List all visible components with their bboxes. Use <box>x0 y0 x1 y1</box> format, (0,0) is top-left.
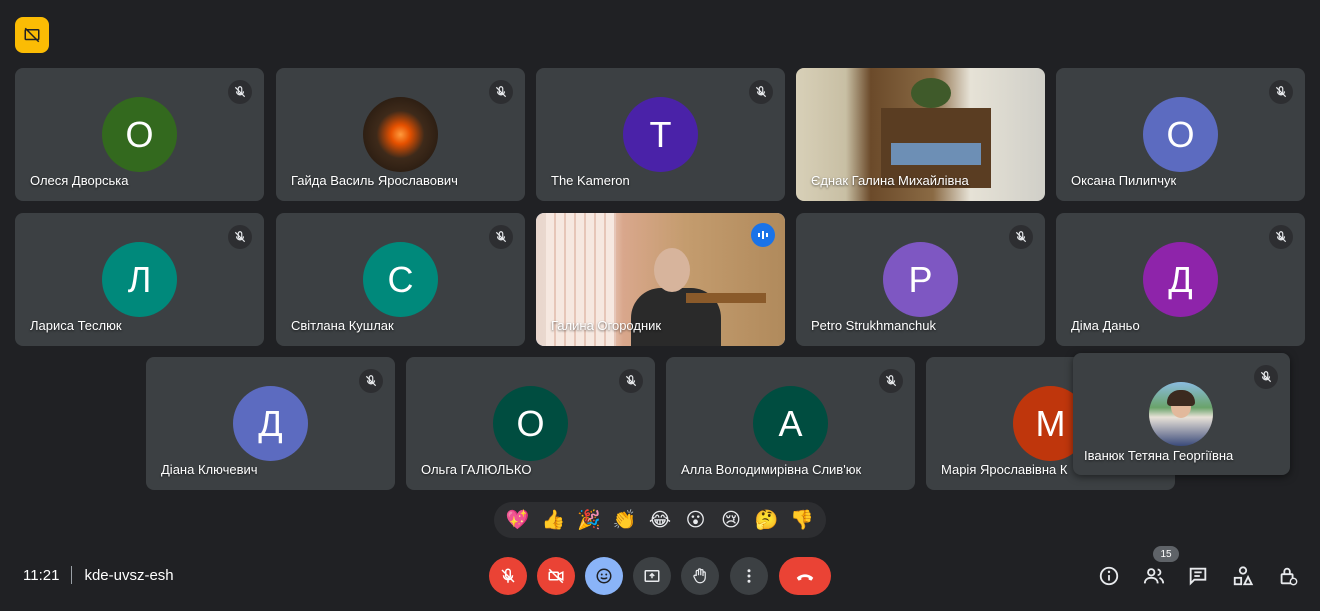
mic-off-icon <box>1254 365 1278 389</box>
reaction-clap[interactable]: 👏 <box>609 508 639 532</box>
reaction-thumbs-up[interactable]: 👍 <box>538 508 568 532</box>
participant-name: Діма Даньо <box>1071 318 1140 333</box>
meeting-info: 11:21 kde-uvsz-esh <box>23 566 174 584</box>
mic-off-icon <box>228 225 252 249</box>
present-screen-button[interactable] <box>633 557 671 595</box>
reaction-heart[interactable]: 💖 <box>503 508 533 532</box>
people-count-badge: 15 <box>1153 546 1179 562</box>
reaction-surprised[interactable]: 😮 <box>681 509 711 532</box>
mic-off-icon <box>1269 225 1293 249</box>
mic-off-icon <box>489 80 513 104</box>
mic-off-icon <box>359 369 383 393</box>
self-view-tile[interactable]: Іванюк Тетяна Георгіївна <box>1073 353 1290 475</box>
camera-toggle-button[interactable] <box>537 557 575 595</box>
reaction-laugh[interactable]: 😂 <box>645 509 675 532</box>
participant-tile[interactable]: Єднак Галина Михайлівна <box>796 68 1045 201</box>
participant-tile[interactable]: Гайда Василь Ярославович <box>276 68 525 201</box>
avatar: Д <box>233 386 308 461</box>
reactions-button[interactable] <box>585 557 623 595</box>
reaction-thinking[interactable]: 🤔 <box>752 508 782 532</box>
participant-tile[interactable]: Д Діма Даньо <box>1056 213 1305 346</box>
divider <box>71 566 73 584</box>
avatar: О <box>1143 97 1218 172</box>
meeting-time: 11:21 <box>23 566 60 584</box>
participant-tile[interactable]: Л Лариса Теслюк <box>15 213 264 346</box>
participant-name: Алла Володимирівна Слив'юк <box>681 462 862 477</box>
mic-off-icon <box>619 369 643 393</box>
participant-tile[interactable]: P Petro Strukhmanchuk <box>796 213 1045 346</box>
host-controls-icon[interactable] <box>1275 563 1301 589</box>
participant-tile[interactable]: T The Kameron <box>536 68 785 201</box>
mic-off-icon <box>489 225 513 249</box>
activities-icon[interactable] <box>1230 563 1256 589</box>
participant-name: Діана Ключевич <box>161 462 258 477</box>
avatar: Л <box>102 242 177 317</box>
participant-tile[interactable]: О Оксана Пилипчук <box>1056 68 1305 201</box>
participant-name: Оксана Пилипчук <box>1071 173 1177 188</box>
avatar: Д <box>1143 242 1218 317</box>
meeting-code: kde-uvsz-esh <box>84 566 174 584</box>
avatar: О <box>102 97 177 172</box>
participant-name: The Kameron <box>551 173 630 188</box>
chat-icon[interactable] <box>1185 563 1211 589</box>
mic-off-icon <box>1269 80 1293 104</box>
participant-name: Олеся Дворська <box>30 173 129 188</box>
mic-off-icon <box>879 369 903 393</box>
participant-name: Світлана Кушлак <box>291 318 394 333</box>
avatar <box>363 97 438 172</box>
reactions-bar: 💖 👍 🎉 👏 😂 😮 😢 🤔 👎 <box>494 502 826 538</box>
participant-name: Іванюк Тетяна Георгіївна <box>1084 448 1234 463</box>
raise-hand-button[interactable] <box>681 557 719 595</box>
avatar: С <box>363 242 438 317</box>
participant-name: Лариса Теслюк <box>30 318 122 333</box>
participant-tile[interactable]: Д Діана Ключевич <box>146 357 395 490</box>
avatar: T <box>623 97 698 172</box>
more-options-button[interactable] <box>730 557 768 595</box>
mic-off-icon <box>1009 225 1033 249</box>
people-icon[interactable] <box>1141 563 1167 589</box>
participant-name: Марія Ярославівна К <box>941 462 1068 477</box>
reaction-thumbs-down[interactable]: 👎 <box>787 508 817 532</box>
avatar: А <box>753 386 828 461</box>
participant-tile[interactable]: А Алла Володимирівна Слив'юк <box>666 357 915 490</box>
participant-name: Галина Огородник <box>551 318 662 333</box>
participant-name: Petro Strukhmanchuk <box>811 318 937 333</box>
speaking-indicator-icon <box>751 223 775 247</box>
participant-tile-active-speaker[interactable]: Галина Огородник <box>536 213 785 346</box>
participant-name: Ольга ГАЛЮЛЬКО <box>421 462 532 477</box>
mic-off-icon <box>228 80 252 104</box>
participant-tile[interactable]: С Світлана Кушлак <box>276 213 525 346</box>
participant-tile[interactable]: О Ольга ГАЛЮЛЬКО <box>406 357 655 490</box>
participant-name: Єднак Галина Михайлівна <box>811 173 969 188</box>
presentation-off-icon[interactable] <box>15 17 49 53</box>
participant-tile[interactable]: О Олеся Дворська <box>15 68 264 201</box>
participant-name: Гайда Василь Ярославович <box>291 173 458 188</box>
mic-off-icon <box>749 80 773 104</box>
avatar <box>1149 382 1213 446</box>
avatar: P <box>883 242 958 317</box>
leave-call-button[interactable] <box>779 557 831 595</box>
reaction-sad[interactable]: 😢 <box>716 509 746 532</box>
avatar: О <box>493 386 568 461</box>
reaction-party[interactable]: 🎉 <box>574 508 604 532</box>
mic-toggle-button[interactable] <box>489 557 527 595</box>
meeting-details-icon[interactable] <box>1096 563 1122 589</box>
